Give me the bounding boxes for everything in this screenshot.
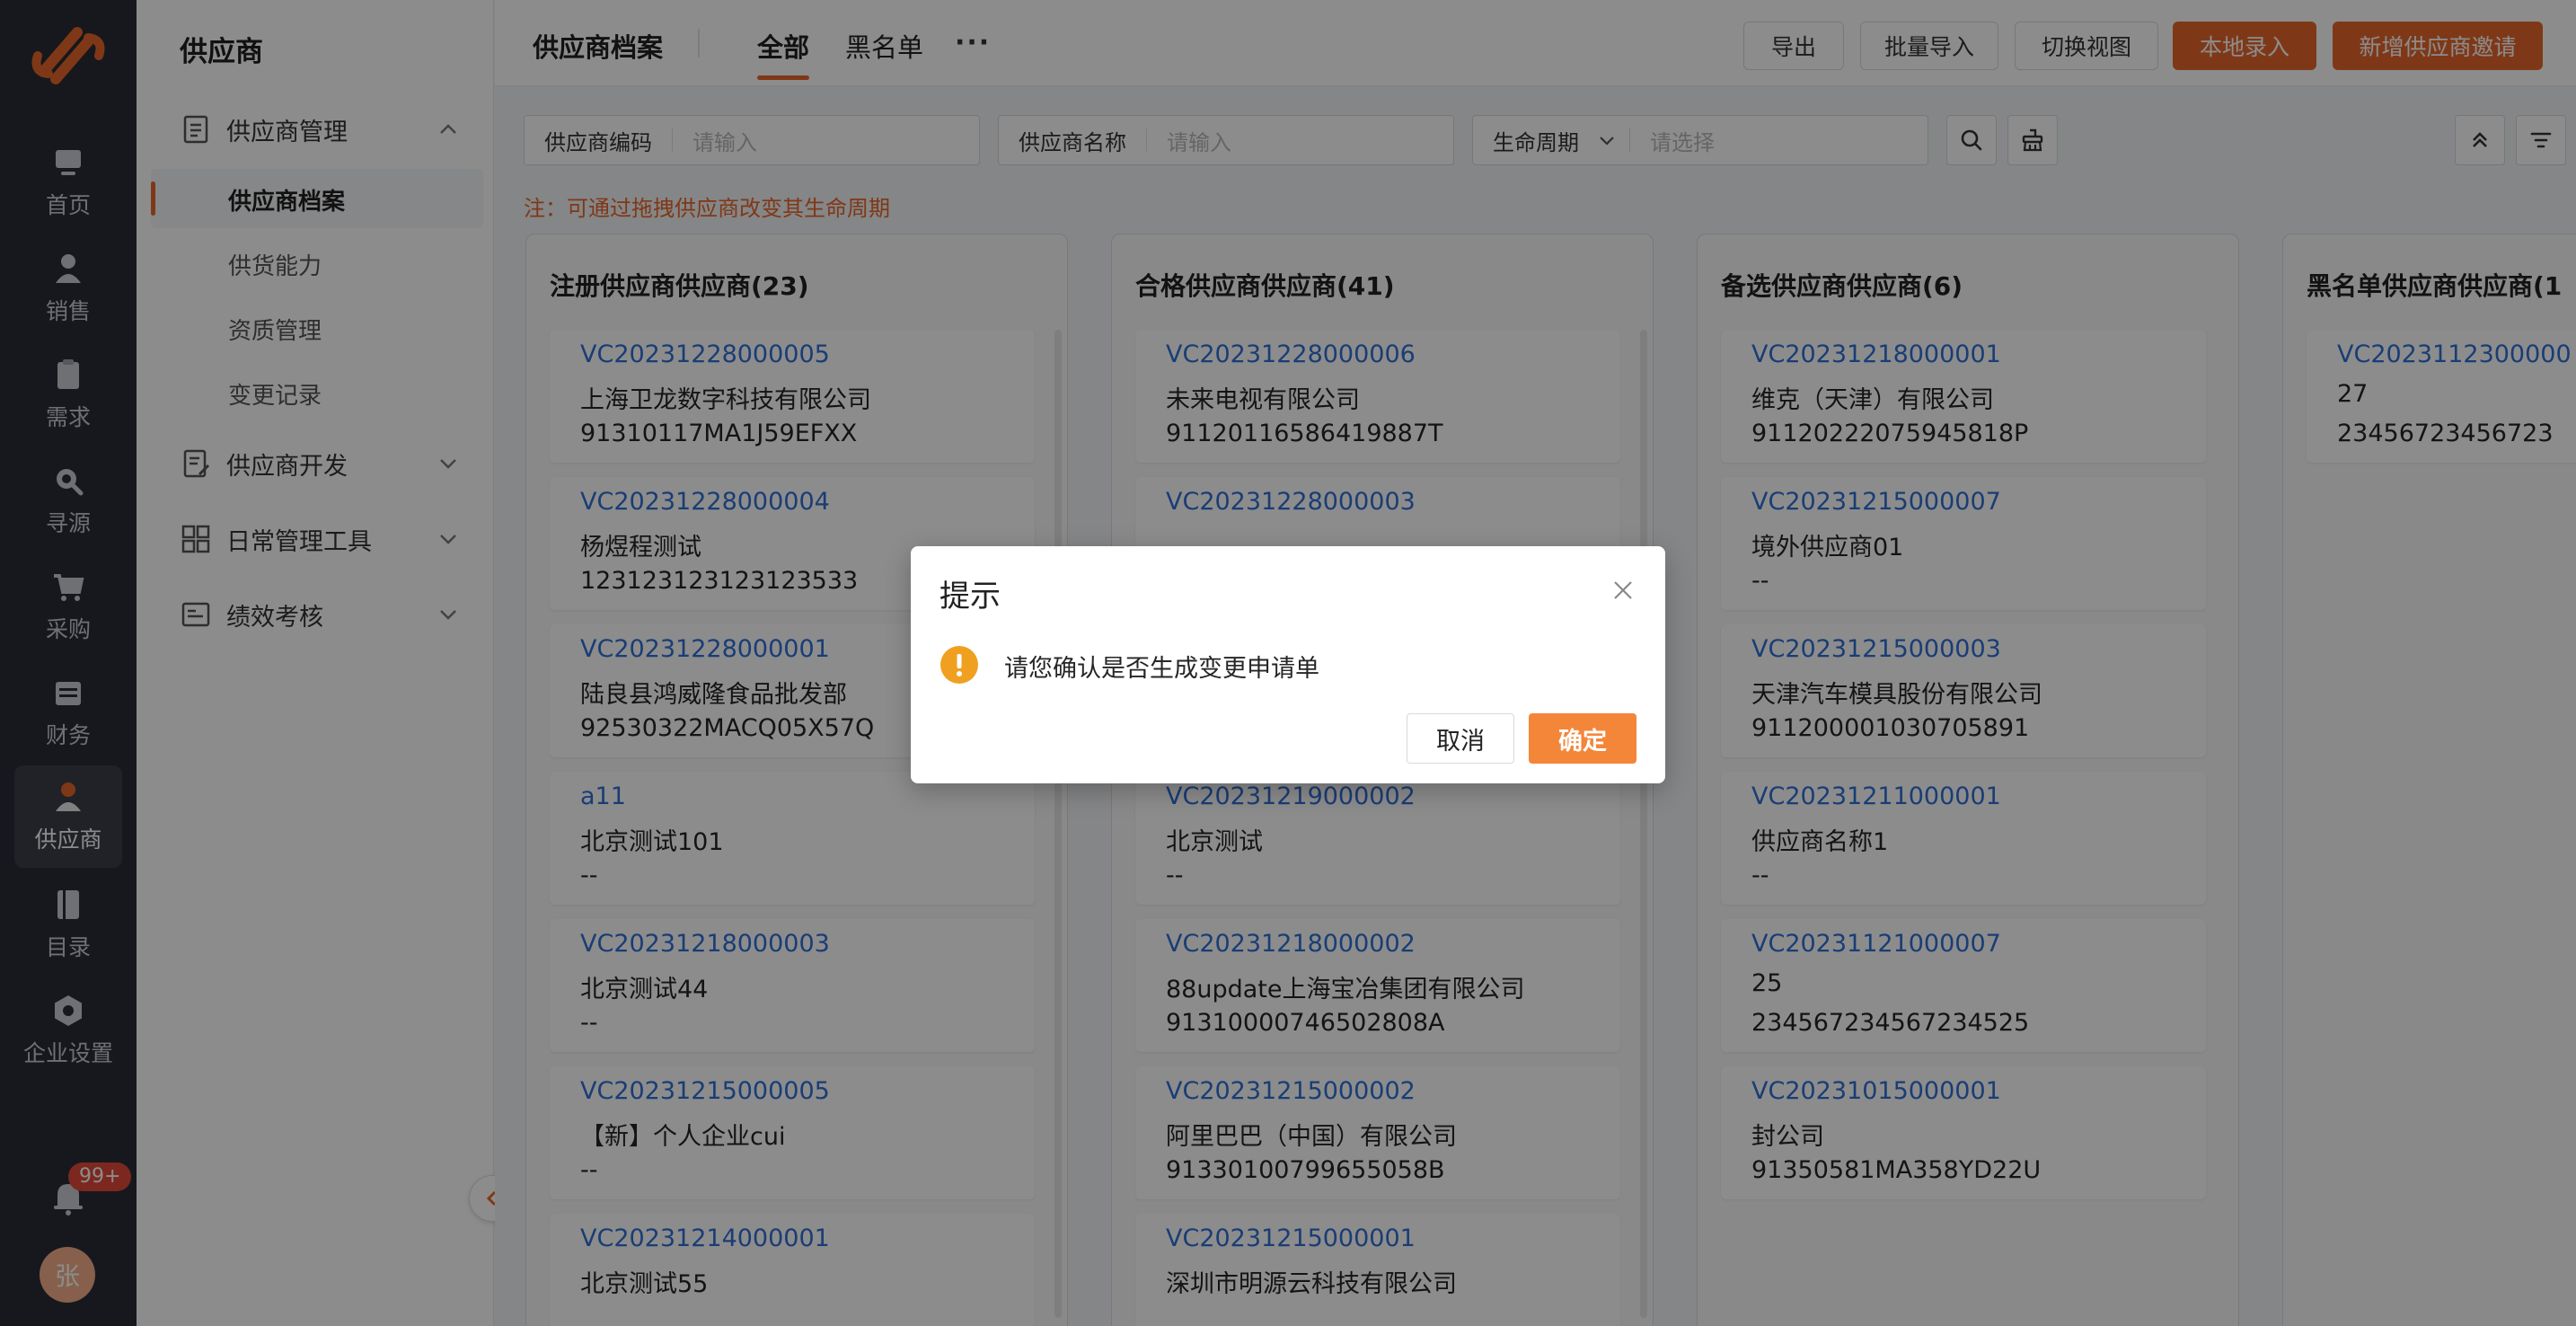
cancel-button[interactable]: 取消 xyxy=(1407,713,1514,764)
confirm-dialog: 提示 请您确认是否生成变更申请单 取消 确定 xyxy=(911,546,1665,783)
close-icon[interactable] xyxy=(1611,579,1635,602)
dialog-message: 请您确认是否生成变更申请单 xyxy=(1004,655,1319,683)
confirm-button[interactable]: 确定 xyxy=(1529,713,1636,764)
dialog-title: 提示 xyxy=(940,579,1001,614)
warning-icon xyxy=(940,646,978,684)
